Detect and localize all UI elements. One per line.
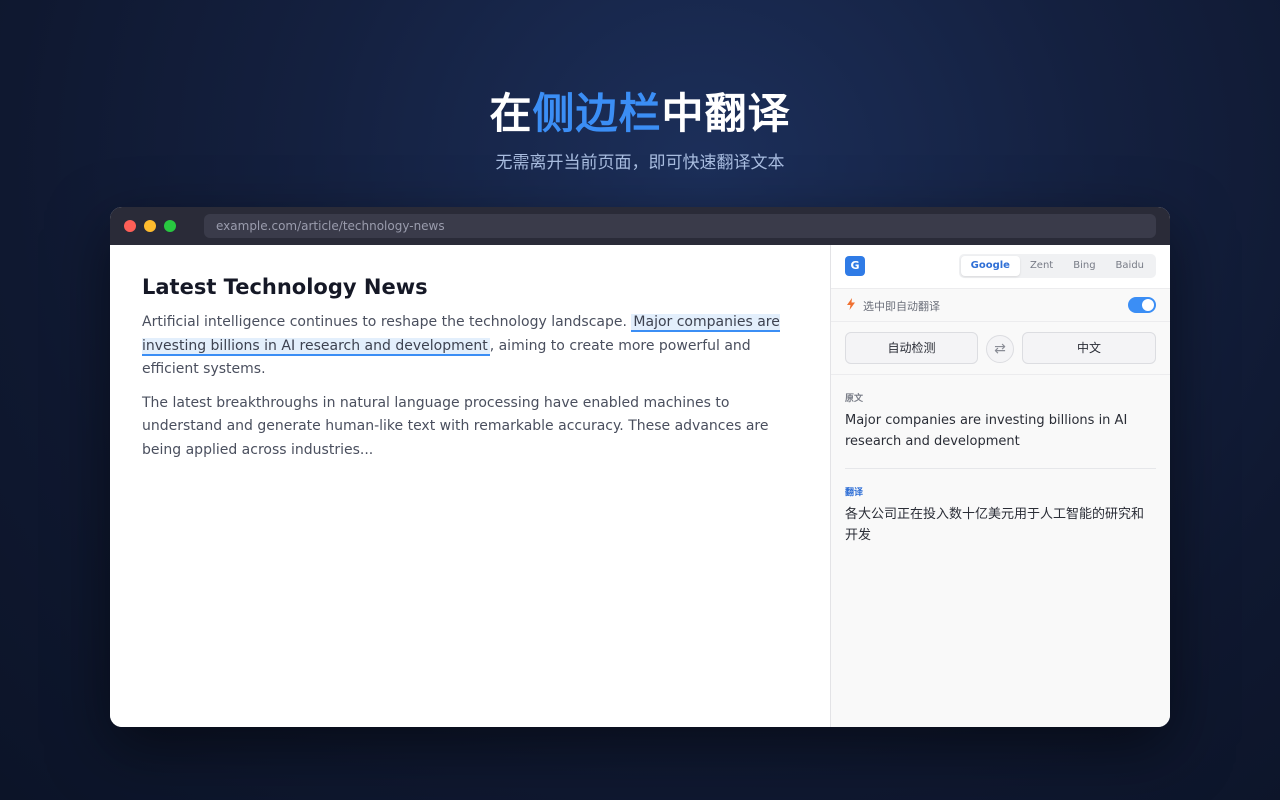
close-window-button[interactable] (124, 220, 136, 232)
article-p1-before: Artificial intelligence continues to res… (142, 314, 632, 330)
browser-titlebar: example.com/article/technology-news (110, 207, 1170, 245)
translation-text: 各大公司正在投入数十亿美元用于人工智能的研究和开发 (845, 507, 1145, 543)
minimize-window-button[interactable] (144, 220, 156, 232)
lightning-icon (847, 298, 855, 313)
translation-section: 翻译 各大公司正在投入数十亿美元用于人工智能的研究和开发 (831, 469, 1170, 546)
article-paragraph-1: Artificial intelligence continues to res… (142, 311, 798, 382)
url-bar[interactable]: example.com/article/technology-news (204, 214, 1156, 238)
hero-title-accent: 侧边栏 (532, 89, 662, 138)
browser-window: example.com/article/technology-news Late… (110, 207, 1170, 727)
hero-subtitle: 无需离开当前页面，即可快速翻译文本 (495, 153, 785, 173)
hero-title-part2: 中翻译 (661, 89, 791, 138)
source-section: 原文 Major companies are investing billion… (831, 375, 1170, 452)
auto-translate-row: 选中即自动翻译 (831, 289, 1170, 322)
engine-tab-google[interactable]: Google (960, 256, 1020, 276)
target-language-button[interactable]: 中文 (1022, 332, 1156, 364)
source-label: 原文 (845, 394, 864, 404)
browser-content: Latest Technology News Artificial intell… (110, 245, 1170, 727)
swap-languages-icon[interactable]: ⇄ (986, 335, 1014, 363)
sidebar-header: G Google Zent Bing Baidu (831, 245, 1170, 289)
source-language-button[interactable]: 自动检测 (845, 332, 978, 364)
maximize-window-button[interactable] (164, 220, 176, 232)
toggle-knob (1142, 299, 1154, 311)
auto-translate-label: 选中即自动翻译 (863, 300, 940, 313)
engine-tab-baidu[interactable]: Baidu (1106, 256, 1154, 276)
translation-sidebar: G Google Zent Bing Baidu 选中即自动翻译 自动检测 ⇄ … (830, 245, 1170, 727)
engine-selector: Google Zent Bing Baidu (958, 254, 1156, 278)
article-paragraph-2: The latest breakthroughs in natural lang… (142, 394, 769, 458)
extension-logo-icon: G (845, 256, 865, 276)
auto-translate-toggle[interactable] (1128, 297, 1156, 313)
article-title: Latest Technology News (142, 275, 428, 299)
hero-title-part1: 在 (489, 89, 533, 138)
engine-tab-zent[interactable]: Zent (1020, 256, 1063, 276)
article: Latest Technology News Artificial intell… (110, 245, 830, 727)
hero-title: 在侧边栏中翻译 (0, 80, 1280, 141)
translation-label: 翻译 (845, 488, 864, 498)
engine-tab-bing[interactable]: Bing (1063, 256, 1105, 276)
source-text: Major companies are investing billions i… (845, 413, 1128, 449)
language-row: 自动检测 ⇄ 中文 (831, 322, 1170, 375)
